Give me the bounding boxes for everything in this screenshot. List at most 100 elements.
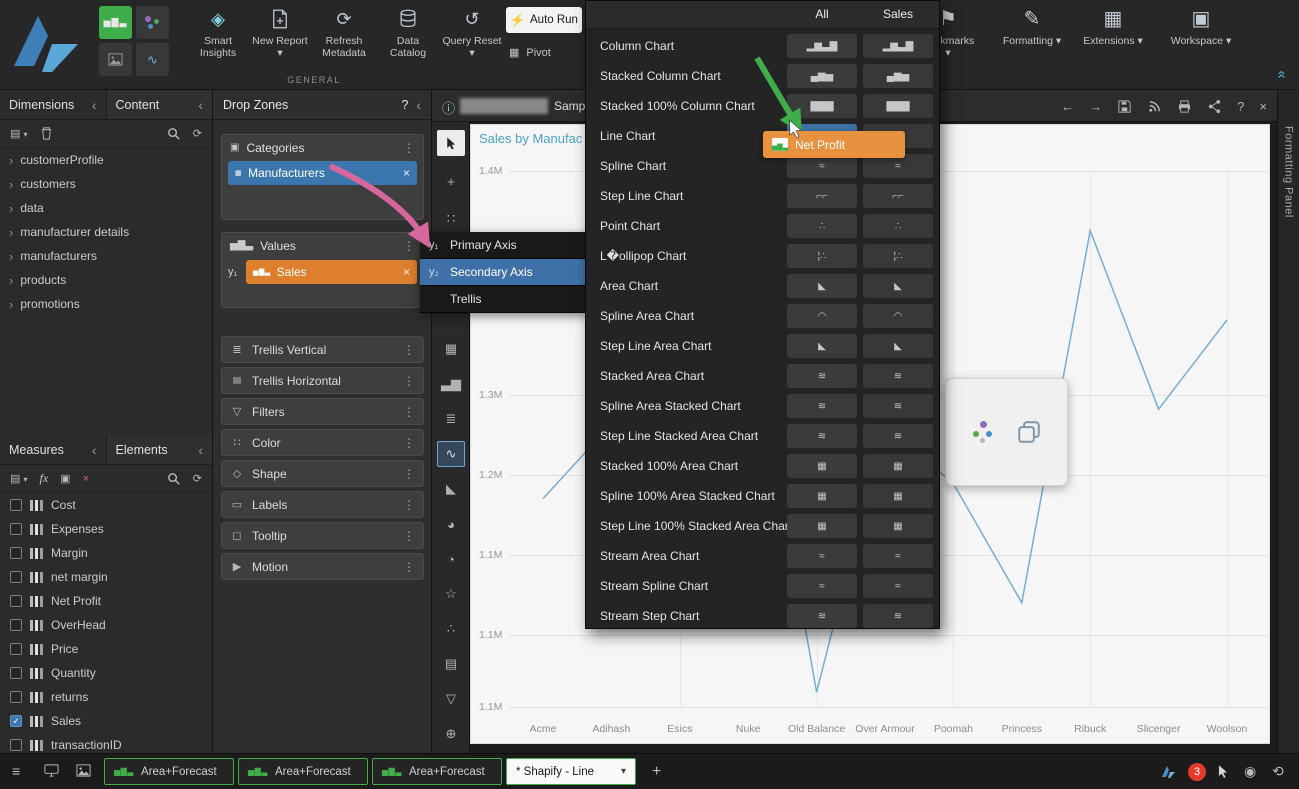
menu-item[interactable]: L�ollipop Chart¦∴¦∴ (586, 241, 941, 271)
measure-item[interactable]: returns (0, 685, 212, 709)
lasso-tool[interactable]: ∷ (437, 206, 465, 232)
hierarchy-view-icon[interactable]: ▤ ▾ (10, 127, 27, 140)
data-catalog-button[interactable]: Data Catalog (378, 6, 438, 78)
duplicate-icon[interactable] (1016, 419, 1042, 445)
measure-checkbox[interactable] (10, 619, 22, 631)
chart-type-icon-all[interactable]: ≋ (787, 424, 857, 448)
auto-run-toggle[interactable]: ⚡ Auto Run (506, 7, 582, 33)
dropzone-motion[interactable]: ▶Motion⋮ (221, 553, 424, 580)
measure-item[interactable]: Net Profit (0, 589, 212, 613)
expand-icon[interactable]: › (9, 202, 13, 215)
help-icon[interactable]: ? (1237, 99, 1244, 114)
chart-type-icon-sales[interactable]: ◣ (863, 334, 933, 358)
menu-item[interactable]: Spline Area Stacked Chart≋≋ (586, 391, 941, 421)
image-icon[interactable] (76, 763, 91, 778)
chart-type-icon-all[interactable]: ▂▆▃▇ (787, 34, 857, 58)
measure-item[interactable]: Expenses (0, 517, 212, 541)
dropzone-labels[interactable]: ▭Labels⋮ (221, 491, 424, 518)
chart-type-icon-sales[interactable]: ▇▇▇ (863, 94, 933, 118)
kebab-menu-icon[interactable]: ⋮ (403, 405, 415, 419)
chart-type-icon-all[interactable]: ≈ (787, 544, 857, 568)
line-chart-visual[interactable]: ∿ (437, 441, 465, 467)
measure-item[interactable]: Margin (0, 541, 212, 565)
collapse-icon[interactable]: ‹ (198, 97, 203, 113)
measure-checkbox[interactable] (10, 667, 22, 679)
measure-item[interactable]: transactionID (0, 733, 212, 753)
logo-mini-icon[interactable] (1160, 764, 1176, 780)
chart-type-icon-sales[interactable]: ≈ (863, 574, 933, 598)
kebab-menu-icon[interactable]: ⋮ (403, 498, 415, 512)
measure-item[interactable]: Cost (0, 493, 212, 517)
chart-type-icon-all[interactable]: ⌐⌐ (787, 184, 857, 208)
kebab-menu-icon[interactable]: ⋮ (403, 436, 415, 450)
measure-checkbox[interactable] (10, 691, 22, 703)
measure-item[interactable]: ✓Sales (0, 709, 212, 733)
menu-item[interactable]: Spline 100% Area Stacked Chart▦▦ (586, 481, 941, 511)
formatting-button[interactable]: ✎ Formatting ▾ (1002, 6, 1062, 78)
dashboard-tab[interactable]: ▅▇▃Area+Forecast (372, 758, 502, 785)
print-icon[interactable] (1177, 99, 1192, 114)
pointer-icon[interactable] (1216, 764, 1231, 779)
chart-type-icon-sales[interactable]: ≈ (863, 544, 933, 568)
image-view-button[interactable] (99, 43, 132, 76)
chart-type-icon-all[interactable]: ▇▇▇ (787, 94, 857, 118)
remove-icon[interactable]: × (403, 265, 410, 279)
menu-item[interactable]: Stream Spline Chart≈≈ (586, 571, 941, 601)
kebab-menu-icon[interactable]: ⋮ (403, 560, 415, 574)
bar-chart-visual[interactable]: ▃▆ (437, 371, 465, 397)
menu-item[interactable]: Spline Area Chart◠◠ (586, 301, 941, 331)
chart-type-icon-sales[interactable]: ≋ (863, 364, 933, 388)
chart-type-icon-all[interactable]: ◣ (787, 334, 857, 358)
measure-checkbox[interactable] (10, 523, 22, 535)
chart-type-icon-all[interactable]: ◣ (787, 274, 857, 298)
scatter-view-button[interactable] (136, 6, 169, 39)
chart-type-icon-sales[interactable]: ▦ (863, 484, 933, 508)
pie-chart-visual[interactable]: ◕ (437, 511, 465, 537)
values-dropzone[interactable]: ▅▇▃ Values ⋮ y₁ ▅▇▃ Sales × (221, 232, 424, 308)
measure-checkbox[interactable] (10, 595, 22, 607)
chart-type-icon-sales[interactable]: ≋ (863, 394, 933, 418)
measure-item[interactable]: OverHead (0, 613, 212, 637)
kebab-menu-icon[interactable]: ⋮ (403, 467, 415, 481)
folder-icon[interactable]: ▣ (60, 472, 70, 485)
target-icon[interactable]: ◉ (1244, 763, 1256, 780)
save-icon[interactable] (1117, 99, 1132, 114)
bar-chart-view-button[interactable]: ▅▇▃ (99, 6, 132, 39)
gauge-visual[interactable]: ◔ (437, 546, 465, 572)
collapse-icon[interactable]: ‹ (92, 97, 97, 113)
remove-measure-icon[interactable]: × (83, 473, 89, 485)
funnel-visual[interactable]: ▽ (437, 686, 465, 712)
chart-type-icon-sales[interactable]: ▦ (863, 454, 933, 478)
expand-icon[interactable]: › (9, 226, 13, 239)
trash-icon[interactable] (39, 126, 54, 141)
measure-checkbox[interactable] (10, 739, 22, 751)
menu-item[interactable]: Stream Area Chart≈≈ (586, 541, 941, 571)
back-icon[interactable]: ← (1061, 99, 1074, 114)
chart-type-icon-sales[interactable]: ⌐⌐ (863, 184, 933, 208)
share-icon[interactable] (1207, 99, 1222, 114)
monitor-icon[interactable] (44, 763, 59, 778)
remove-icon[interactable]: × (403, 166, 410, 180)
pointer-tool[interactable] (437, 130, 465, 156)
dropzone-tooltip[interactable]: ◻Tooltip⋮ (221, 522, 424, 549)
menu-item[interactable]: Step Line Chart⌐⌐⌐⌐ (586, 181, 941, 211)
measure-checkbox[interactable] (10, 571, 22, 583)
expand-icon[interactable]: › (9, 154, 13, 167)
sales-chip[interactable]: ▅▇▃ Sales × (246, 260, 417, 284)
chart-type-icon-all[interactable]: ¦∴ (787, 244, 857, 268)
workspace-button[interactable]: ▣ Workspace ▾ (1163, 6, 1239, 78)
dimension-item[interactable]: ›products (0, 268, 212, 292)
chart-type-icon-sales[interactable]: ◣ (863, 274, 933, 298)
hierarchy-view-icon[interactable]: ▤ ▾ (10, 472, 27, 485)
dropzone-shape[interactable]: ◇Shape⋮ (221, 460, 424, 487)
chart-type-icon-all[interactable]: ◠ (787, 304, 857, 328)
refresh-icon[interactable]: ⟳ (193, 472, 202, 485)
chart-type-icon-all[interactable]: ≋ (787, 394, 857, 418)
menu-item[interactable]: Area Chart◣◣ (586, 271, 941, 301)
tab-dimensions[interactable]: Dimensions‹ (0, 90, 106, 119)
dimension-item[interactable]: ›promotions (0, 292, 212, 316)
dimension-item[interactable]: ›customerProfile (0, 148, 212, 172)
chart-type-icon-all[interactable]: ≈ (787, 574, 857, 598)
menu-item[interactable]: Step Line Area Chart◣◣ (586, 331, 941, 361)
expand-icon[interactable]: › (9, 250, 13, 263)
